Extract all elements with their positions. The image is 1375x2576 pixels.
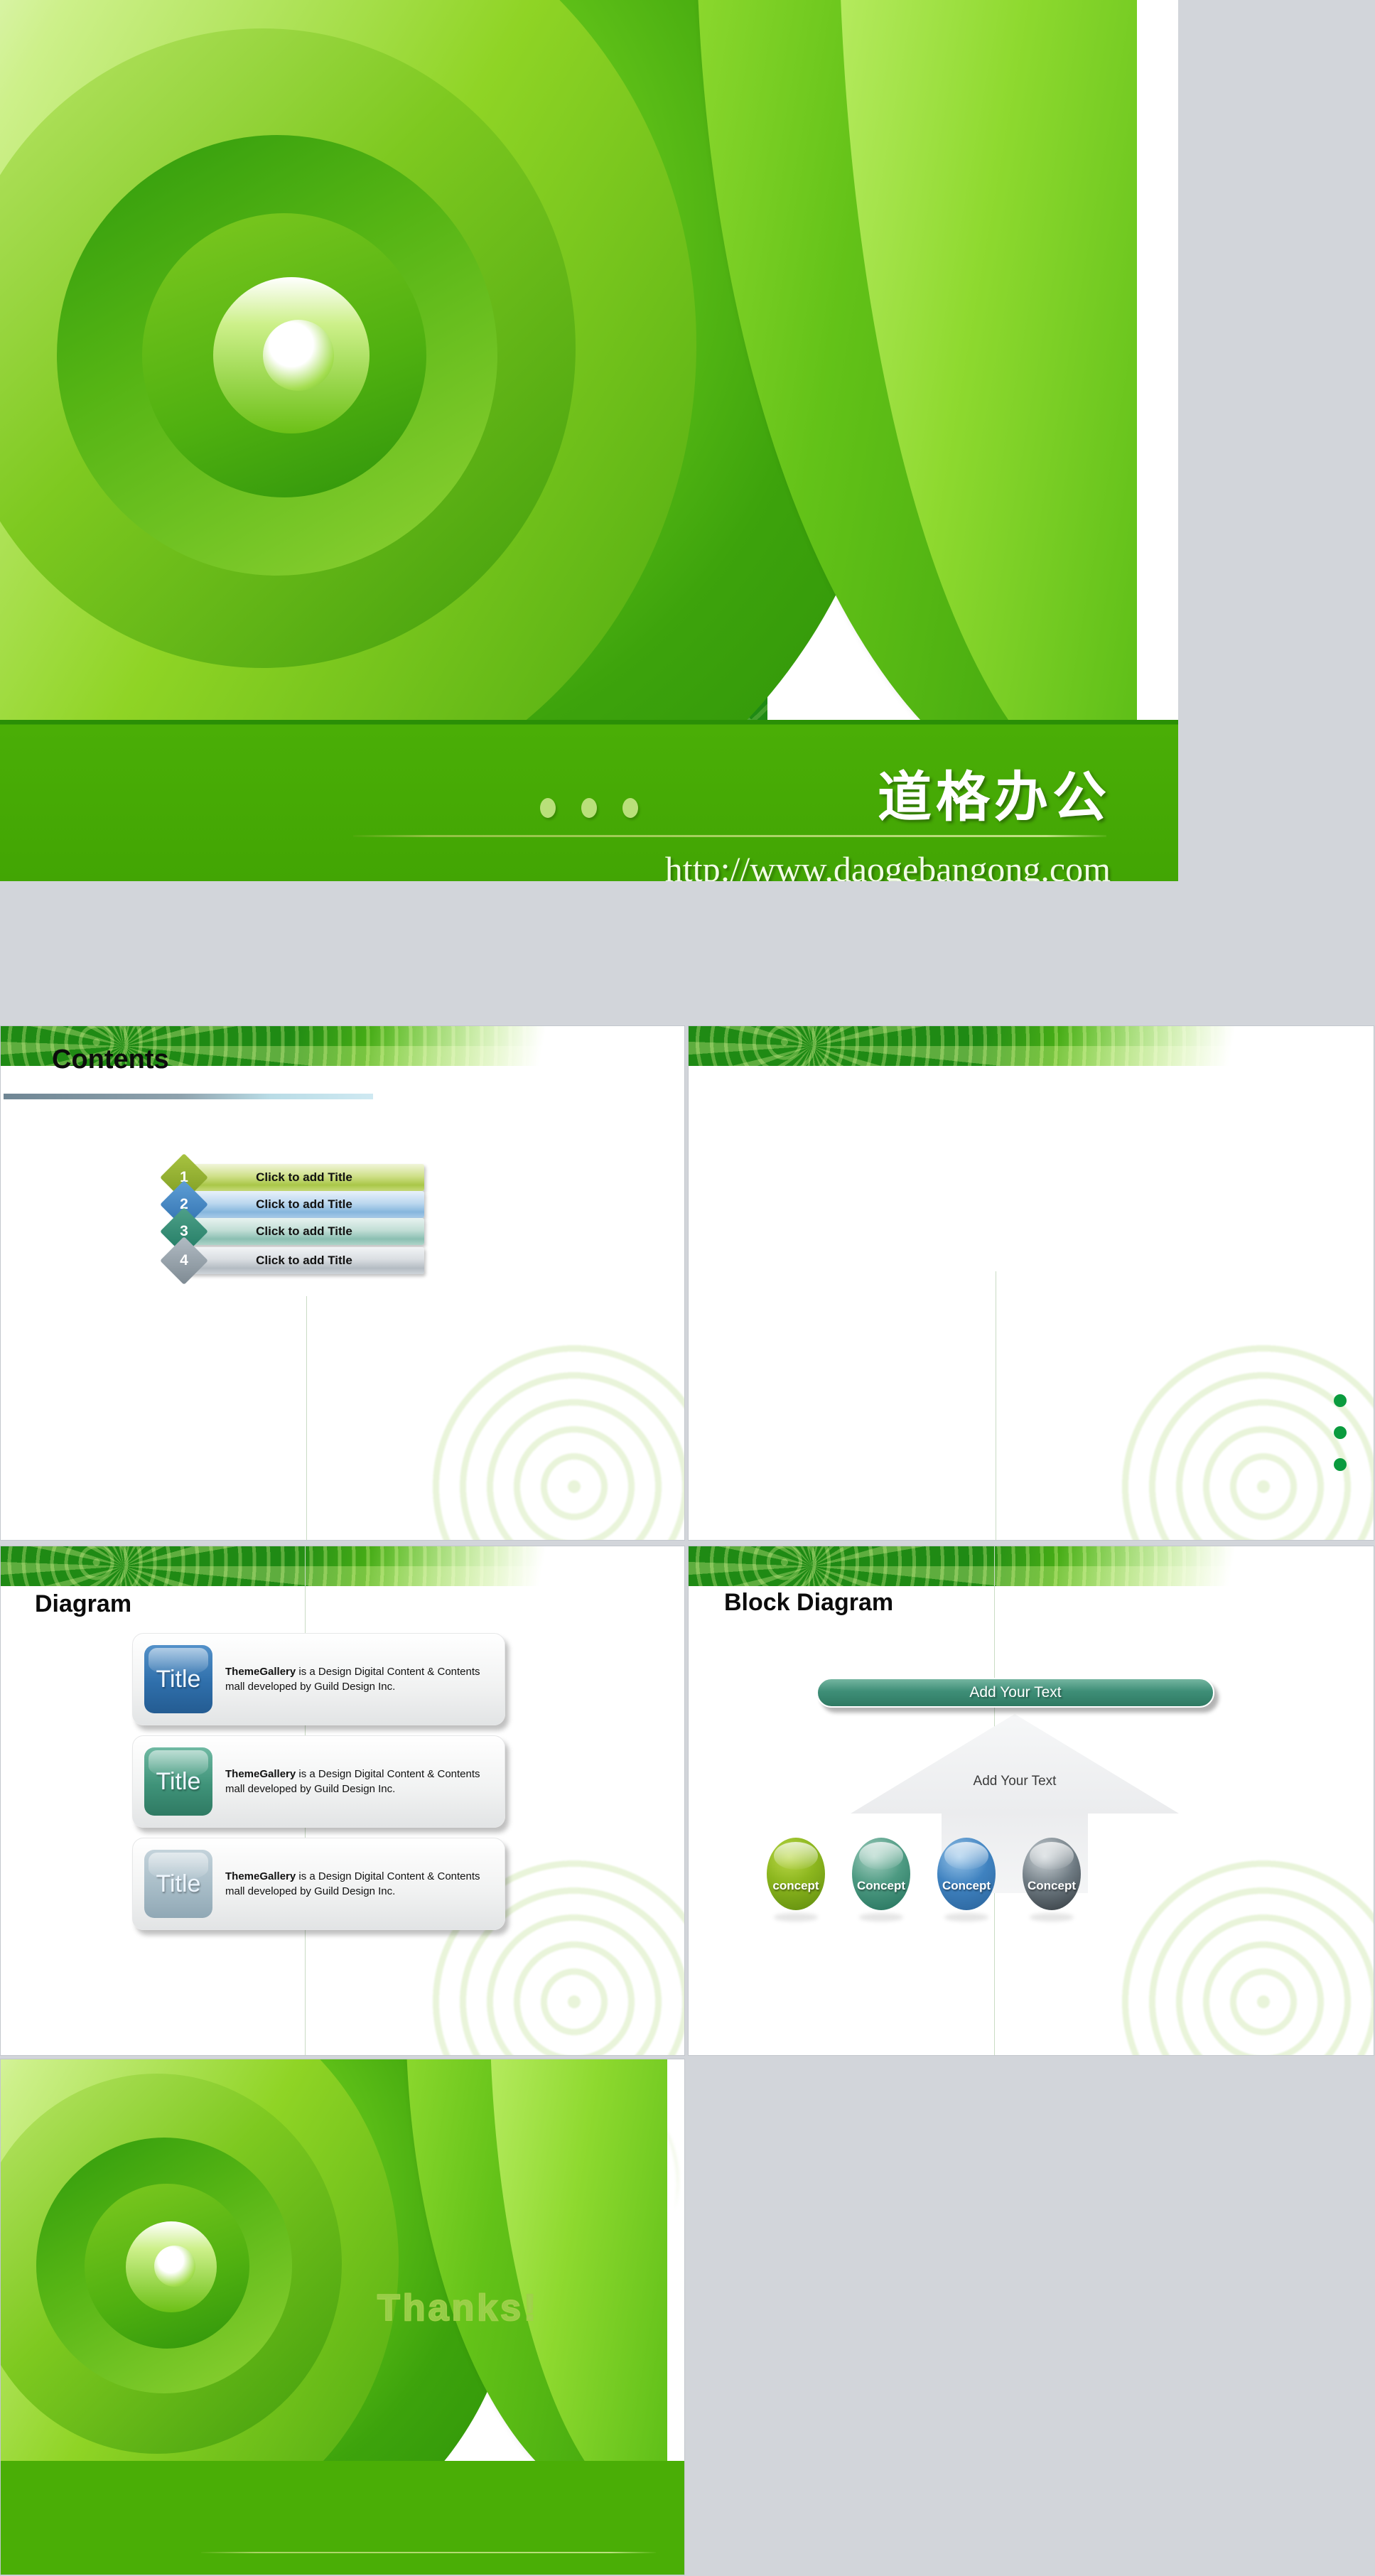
diagram-card-2-text: ThemeGallery is a Design Digital Content… <box>225 1767 488 1796</box>
background-swirl-icon <box>421 1334 684 1540</box>
diagram-card-1-text: ThemeGallery is a Design Digital Content… <box>225 1664 488 1694</box>
hero-swirl-image <box>0 0 1178 874</box>
concept-circle-1-label: concept <box>772 1879 819 1892</box>
slide-header-band <box>689 1546 1374 1586</box>
title-underline-rule <box>4 1094 373 1099</box>
contents-item-2-label: Click to add Title <box>256 1197 352 1211</box>
diagram-card-1-lead: ThemeGallery <box>225 1666 296 1678</box>
accent-dot-3 <box>1334 1458 1347 1471</box>
accent-dot-2 <box>1334 1426 1347 1439</box>
title-url-text[interactable]: http://www.daogebangong.com <box>400 849 1111 881</box>
slide-header-band <box>1 1546 684 1586</box>
title-dot-3 <box>622 798 638 818</box>
concept-circle-4[interactable]: Concept <box>1023 1838 1081 1910</box>
title-dots-group <box>540 798 638 818</box>
diagram-card-3-lead: ThemeGallery <box>225 1870 296 1882</box>
page-title: Diagram <box>35 1590 132 1617</box>
concept-circle-1[interactable]: concept <box>767 1838 825 1910</box>
hero-ring-7 <box>263 320 334 391</box>
thanks-green-band <box>1 2461 684 2575</box>
thanks-heading: Thanks! <box>377 2287 539 2329</box>
contents-item-1-bar[interactable]: Click to add Title <box>184 1164 424 1191</box>
concept-circle-2[interactable]: Concept <box>852 1838 910 1910</box>
diagram-card-2-badge: Title <box>144 1747 212 1816</box>
title-heading-cn: 道格办公 <box>878 765 1111 829</box>
diagram-card-2-badge-label: Title <box>156 1767 201 1795</box>
contents-item-3-label: Click to add Title <box>256 1224 352 1238</box>
page-title: Contents <box>52 1045 169 1074</box>
contents-item-3-bar[interactable]: Click to add Title <box>184 1218 424 1245</box>
accent-dot-1 <box>1334 1394 1347 1407</box>
up-arrow-head <box>851 1714 1179 1814</box>
slide-thanks[interactable]: Thanks! <box>0 2059 685 2575</box>
slide-blank-layout[interactable] <box>688 1025 1374 1541</box>
contents-item-1-label: Click to add Title <box>256 1170 352 1184</box>
concept-circle-2-label: Concept <box>857 1879 905 1892</box>
thanks-swirl-image <box>1 2059 684 2461</box>
concept-circles-group: concept Concept Concept Concept <box>767 1838 1081 1910</box>
slide-diagram[interactable]: Diagram Title ThemeGallery is a Design D… <box>0 1546 685 2056</box>
diagram-card-3[interactable]: Title ThemeGallery is a Design Digital C… <box>132 1838 505 1930</box>
title-divider-rule <box>353 835 1106 837</box>
diagram-card-3-badge: Title <box>144 1850 212 1918</box>
slide-block-diagram[interactable]: Block Diagram Add Your Text Add Your Tex… <box>688 1546 1374 2056</box>
arrow-label: Add Your Text <box>973 1774 1057 1789</box>
diagram-card-1[interactable]: Title ThemeGallery is a Design Digital C… <box>132 1633 505 1725</box>
title-dot-2 <box>581 798 597 818</box>
concept-circle-3[interactable]: Concept <box>937 1838 996 1910</box>
diagram-card-3-badge-label: Title <box>156 1870 201 1897</box>
add-your-text-pill-label: Add Your Text <box>969 1684 1062 1701</box>
title-dot-1 <box>540 798 556 818</box>
contents-item-4-bar[interactable]: Click to add Title <box>184 1247 424 1274</box>
concept-circle-3-label: Concept <box>942 1879 991 1892</box>
diagram-card-2-lead: ThemeGallery <box>225 1768 296 1780</box>
diagram-card-3-text: ThemeGallery is a Design Digital Content… <box>225 1869 488 1899</box>
thanks-divider-rule <box>201 2552 656 2553</box>
diagram-card-1-badge: Title <box>144 1645 212 1713</box>
concept-circle-4-label: Concept <box>1028 1879 1076 1892</box>
contents-item-4-label: Click to add Title <box>256 1254 352 1267</box>
add-your-text-pill[interactable]: Add Your Text <box>816 1678 1214 1708</box>
diagram-card-2[interactable]: Title ThemeGallery is a Design Digital C… <box>132 1735 505 1828</box>
slide-contents[interactable]: Contents Click to add Title 1 Click to a… <box>0 1025 685 1541</box>
slide-header-band <box>689 1026 1374 1066</box>
contents-item-4-number-badge: 4 <box>160 1236 208 1285</box>
thanks-ring-7 <box>154 2246 195 2287</box>
diagram-card-1-badge-label: Title <box>156 1665 201 1693</box>
slide-title[interactable]: 道格办公 http://www.daogebangong.com <box>0 0 1178 881</box>
vertical-divider <box>306 1296 307 1540</box>
accent-dots-group <box>1334 1394 1347 1471</box>
contents-item-2-bar[interactable]: Click to add Title <box>184 1191 424 1218</box>
contents-item-4-number: 4 <box>180 1252 188 1268</box>
page-title: Block Diagram <box>724 1589 894 1616</box>
slide-deck: 道格办公 http://www.daogebangong.com Content… <box>0 0 1375 2576</box>
